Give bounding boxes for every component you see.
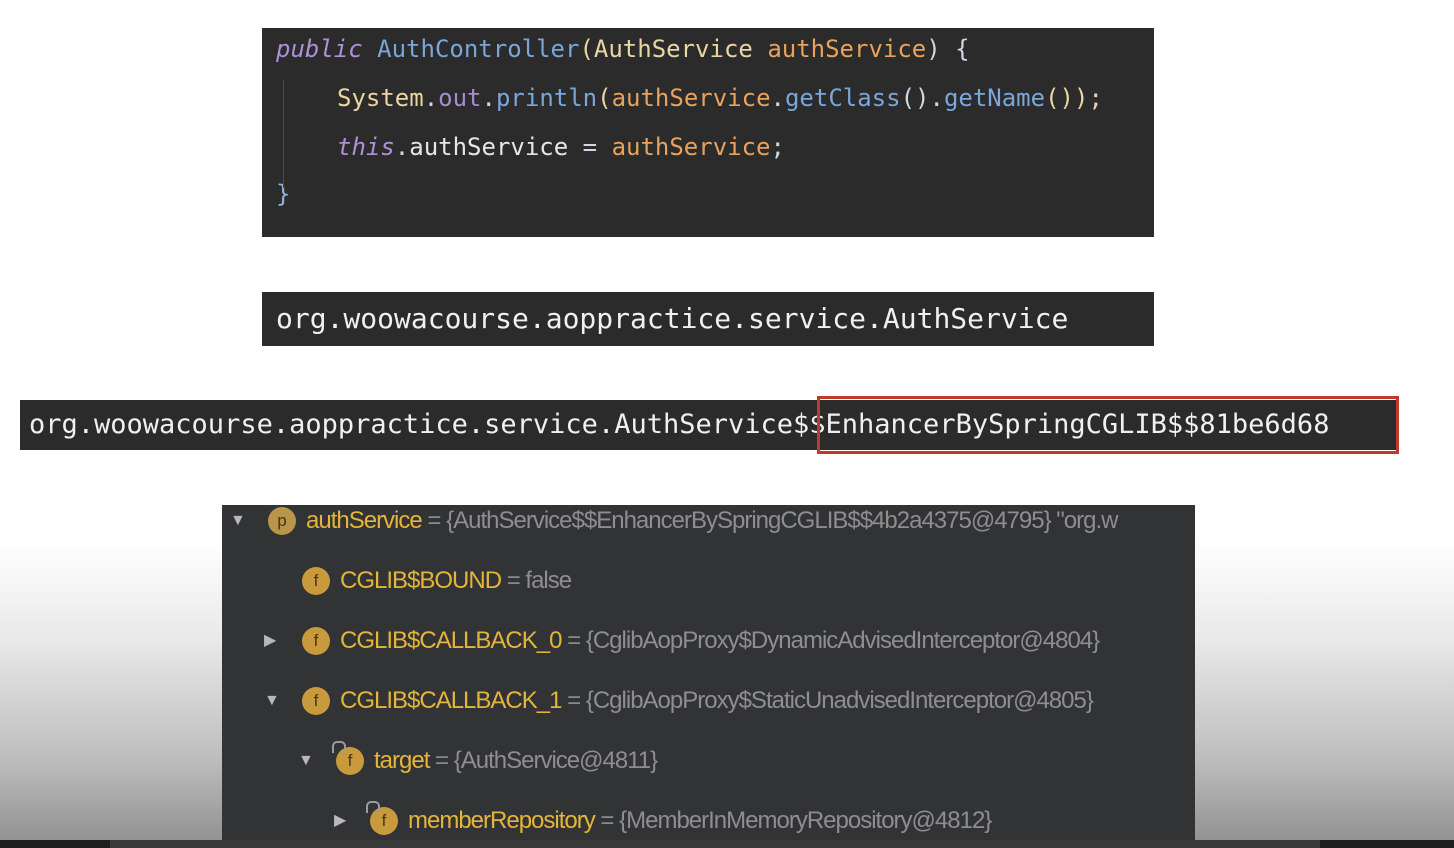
expand-triangle-icon[interactable]: ▶	[264, 621, 276, 661]
collapse-triangle-icon[interactable]: ▼	[298, 741, 314, 781]
collapse-triangle-icon[interactable]: ▼	[264, 681, 280, 721]
progress-track	[110, 840, 1320, 848]
variable-value: {CglibAopProxy$DynamicAdvisedInterceptor…	[585, 627, 1100, 654]
arg-authService: authService	[611, 84, 771, 112]
variable-value: {CglibAopProxy$StaticUnadvisedIntercepto…	[585, 687, 1094, 714]
parameter-icon: p	[268, 507, 296, 535]
value-authService: authService	[611, 133, 771, 161]
equals-sign: =	[600, 807, 614, 834]
param-type: AuthService	[593, 35, 753, 63]
field-icon: f	[302, 567, 330, 595]
field-out: out	[438, 84, 482, 112]
field-icon: f	[302, 627, 330, 655]
dot: .	[394, 133, 410, 161]
equals: =	[568, 133, 612, 161]
field-icon: f	[302, 687, 330, 715]
keyword-this: this	[337, 133, 395, 161]
collapse-triangle-icon[interactable]: ▼	[230, 505, 246, 541]
indent-guide	[283, 80, 284, 188]
equals-sign: =	[435, 747, 449, 774]
highlight-box	[817, 396, 1399, 454]
code-line-println: System.out.println(authService.getClass(…	[337, 83, 1103, 113]
semicolon: ;	[770, 133, 785, 161]
private-field-icon: f	[366, 801, 398, 835]
keyword-public: public	[276, 35, 363, 63]
method-println: println	[495, 84, 598, 112]
constructor-name: AuthController	[377, 35, 580, 63]
equals-sign: =	[506, 567, 521, 594]
variable-value: {AuthService@4811}	[453, 747, 658, 774]
dot: .	[770, 84, 785, 112]
variable-name: memberRepository	[408, 807, 596, 834]
paren-open: (	[597, 84, 612, 112]
equals-sign: =	[567, 687, 581, 714]
variable-name: target	[374, 747, 430, 774]
variable-value: {MemberInMemoryRepository@4812}	[619, 807, 992, 834]
param-name: authService	[767, 35, 927, 63]
variable-value: false	[525, 567, 572, 594]
code-line-assign: this.authService = authService;	[337, 132, 785, 162]
video-progress-strip	[0, 840, 1454, 848]
code-snippet: public AuthController(AuthService authSe…	[262, 28, 1154, 237]
class-system: System	[337, 84, 424, 112]
variable-name: CGLIB$BOUND	[340, 567, 502, 594]
variable-name: authService	[306, 507, 423, 534]
equals-sign: =	[567, 627, 581, 654]
paren-open: (	[579, 35, 594, 63]
expand-triangle-icon[interactable]: ▶	[334, 801, 346, 841]
method-getClass: getClass	[784, 84, 901, 112]
paren-close: ) {	[926, 35, 970, 63]
variable-value: {AuthService$$EnhancerBySpringCGLIB$$4b2…	[446, 507, 1118, 534]
variable-name: CGLIB$CALLBACK_1	[340, 687, 562, 714]
equals-sign: =	[427, 507, 441, 534]
output-class-name: org.woowacourse.aoppractice.service.Auth…	[262, 292, 1154, 346]
private-field-icon: f	[332, 741, 364, 775]
variable-name: CGLIB$CALLBACK_0	[340, 627, 562, 654]
code-line-constructor: public AuthController(AuthService authSe…	[276, 34, 970, 64]
field-authService: authService	[409, 133, 569, 161]
dot: .	[481, 84, 496, 112]
proxy-class-prefix: org.woowacourse.aoppractice.service.Auth…	[29, 409, 794, 440]
method-getName: getName	[943, 84, 1046, 112]
parens: ().	[900, 84, 944, 112]
dot: .	[423, 84, 439, 112]
paren-close: ());	[1045, 84, 1103, 112]
debugger-variables-panel: ▼ p authService = {AuthService$$Enhancer…	[222, 505, 1195, 848]
